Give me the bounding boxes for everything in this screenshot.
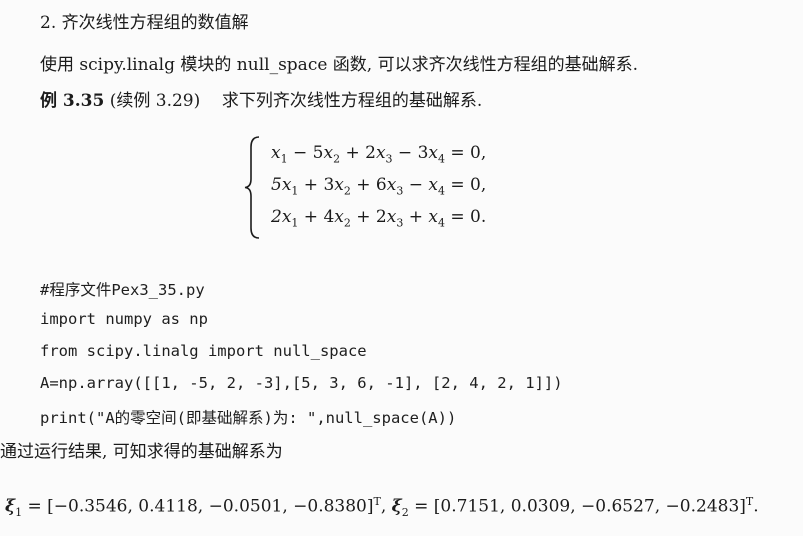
xi2-vector: [0.7151, 0.0309, −0.6527, −0.2483] [433,496,746,517]
code-line-import: import numpy as np [40,310,208,328]
equation-system: x1 − 5x2 + 2x3 − 3x4 = 0, 5x1 + 3x2 + 6x… [243,135,543,240]
example-heading: 例 3.35 (续例 3.29) 求下列齐次线性方程组的基础解系. [40,86,482,111]
code-line-array: A=np.array([[1, -5, 2, -3],[5, 3, 6, -1]… [40,374,563,392]
solution-formula: ξ1 = [−0.3546, 0.4118, −0.0501, −0.8380]… [5,495,759,520]
xi2-symbol: ξ [391,496,402,517]
example-text: 求下列齐次线性方程组的基础解系. [221,91,483,111]
equation-1: x1 − 5x2 + 2x3 − 3x4 = 0, [271,143,487,166]
result-sentence: 通过运行结果, 可知求得的基础解系为 [0,442,283,462]
xi1-vector: [−0.3546, 0.4118, −0.0501, −0.8380] [47,496,374,517]
example-label: 例 3.35 [40,91,105,111]
equation-3: 2x1 + 4x2 + 2x3 + x4 = 0. [271,207,487,230]
code-line-print: print("A的零空间(即基础解系)为: ",null_space(A)) [40,409,457,427]
code-line-comment: #程序文件Pex3_35.py [40,281,205,299]
section-title: 2. 齐次线性方程组的数值解 [40,13,249,33]
xi1-symbol: ξ [5,496,16,517]
equation-2: 5x1 + 3x2 + 6x3 − x4 = 0, [271,175,487,198]
intro-paragraph: 使用 scipy.linalg 模块的 null_space 函数, 可以求齐次… [40,55,639,75]
example-ref: (续例 3.29) [109,91,201,111]
code-line-from-import: from scipy.linalg import null_space [40,342,367,360]
left-brace [244,136,260,239]
